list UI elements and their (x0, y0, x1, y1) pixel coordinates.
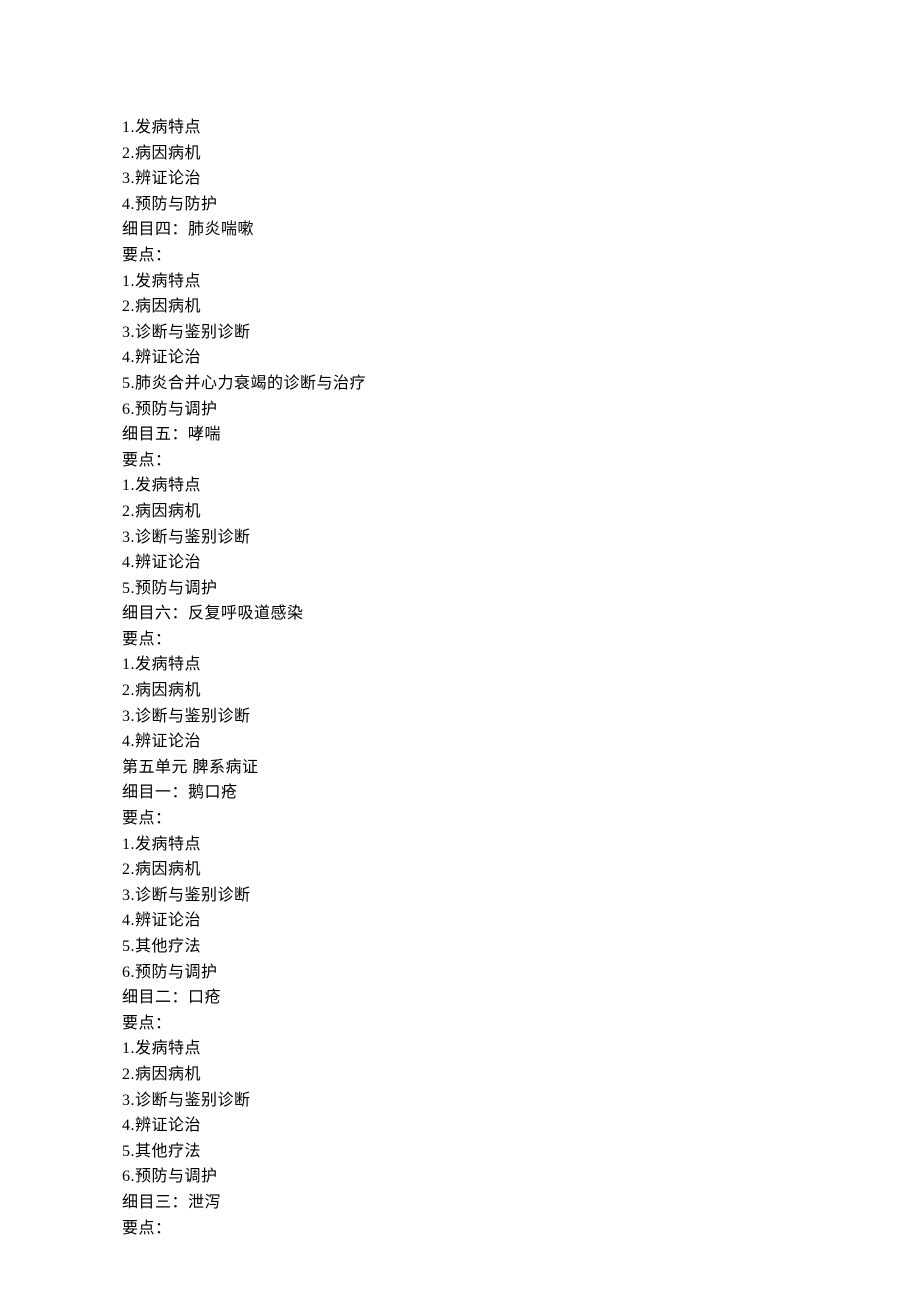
text-line: 细目一：鹅口疮 (122, 780, 920, 806)
text-line: 要点： (122, 1216, 920, 1242)
text-line: 3.诊断与鉴别诊断 (122, 704, 920, 730)
text-line: 5.预防与调护 (122, 576, 920, 602)
text-line: 细目五：哮喘 (122, 422, 920, 448)
text-line: 3.诊断与鉴别诊断 (122, 320, 920, 346)
text-line: 第五单元 脾系病证 (122, 755, 920, 781)
text-line: 细目二：口疮 (122, 985, 920, 1011)
text-line: 5.其他疗法 (122, 1139, 920, 1165)
text-line: 2.病因病机 (122, 499, 920, 525)
text-line: 2.病因病机 (122, 294, 920, 320)
text-line: 2.病因病机 (122, 678, 920, 704)
text-line: 要点： (122, 448, 920, 474)
text-line: 6.预防与调护 (122, 960, 920, 986)
text-line: 5.肺炎合并心力衰竭的诊断与治疗 (122, 371, 920, 397)
text-line: 1.发病特点 (122, 1036, 920, 1062)
text-line: 要点： (122, 243, 920, 269)
text-line: 3.诊断与鉴别诊断 (122, 1088, 920, 1114)
text-line: 5.其他疗法 (122, 934, 920, 960)
text-line: 要点： (122, 627, 920, 653)
text-line: 6.预防与调护 (122, 1164, 920, 1190)
text-line: 要点： (122, 806, 920, 832)
text-line: 1.发病特点 (122, 652, 920, 678)
text-line: 4.辨证论治 (122, 908, 920, 934)
text-line: 6.预防与调护 (122, 397, 920, 423)
text-line: 4.辨证论治 (122, 1113, 920, 1139)
text-line: 1.发病特点 (122, 473, 920, 499)
text-line: 3.诊断与鉴别诊断 (122, 883, 920, 909)
text-line: 2.病因病机 (122, 1062, 920, 1088)
text-line: 3.辨证论治 (122, 166, 920, 192)
text-line: 细目四：肺炎喘嗽 (122, 217, 920, 243)
document-content: 1.发病特点2.病因病机3.辨证论治4.预防与防护细目四：肺炎喘嗽要点：1.发病… (122, 115, 920, 1241)
text-line: 细目六：反复呼吸道感染 (122, 601, 920, 627)
text-line: 2.病因病机 (122, 857, 920, 883)
text-line: 4.辨证论治 (122, 550, 920, 576)
text-line: 1.发病特点 (122, 269, 920, 295)
text-line: 细目三：泄泻 (122, 1190, 920, 1216)
text-line: 4.辨证论治 (122, 729, 920, 755)
text-line: 要点： (122, 1011, 920, 1037)
text-line: 2.病因病机 (122, 141, 920, 167)
text-line: 1.发病特点 (122, 832, 920, 858)
text-line: 4.预防与防护 (122, 192, 920, 218)
text-line: 4.辨证论治 (122, 345, 920, 371)
text-line: 1.发病特点 (122, 115, 920, 141)
text-line: 3.诊断与鉴别诊断 (122, 525, 920, 551)
